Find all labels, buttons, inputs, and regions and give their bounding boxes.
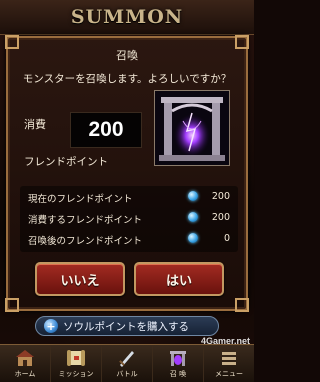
stat-row-current: 現在のフレンドポイント 200 (26, 188, 232, 206)
screen-title: SUMMON (70, 6, 184, 28)
no-button[interactable]: いいえ (35, 262, 125, 296)
cost-value: 200 (70, 112, 142, 148)
stat-row-after: 召喚後のフレンドポイント 0 (26, 230, 232, 248)
summon-icon (170, 351, 186, 366)
friend-point-summary: 現在のフレンドポイント 200 消費するフレンドポイント 200 召喚後のフレン… (20, 186, 238, 252)
nav-label: 召 喚 (169, 370, 187, 378)
nav-battle[interactable]: バトル (102, 345, 153, 382)
friend-point-icon (188, 212, 198, 222)
stat-value: 200 (211, 212, 230, 223)
screen-header: SUMMON (0, 0, 254, 35)
nav-mission[interactable]: ミッション (51, 345, 102, 382)
home-icon (16, 350, 34, 366)
nav-menu[interactable]: メニュー (204, 345, 254, 382)
stat-row-consume: 消費するフレンドポイント 200 (26, 209, 232, 227)
sword-icon (119, 351, 134, 367)
yes-button[interactable]: はい (134, 262, 224, 296)
stat-value: 0 (223, 233, 230, 244)
stat-label: 消費するフレンドポイント (28, 215, 143, 226)
nav-label: ホーム (14, 370, 36, 378)
friend-point-icon (188, 233, 198, 243)
summon-dialog: 召喚 モンスターを召喚します。よろしいですか？ 消費 200 フレンドポイント (5, 35, 249, 312)
bottom-nav: ホーム ミッション バトル 召 喚 メニュー (0, 344, 254, 382)
buy-soul-points-button[interactable]: + ソウルポイントを購入する (35, 316, 219, 336)
stat-value: 200 (211, 191, 230, 202)
nav-label: ミッション (58, 370, 94, 378)
stat-label: 召喚後のフレンドポイント (28, 236, 143, 247)
summon-portal-image (154, 90, 230, 166)
nav-label: バトル (116, 370, 138, 378)
corner-ornament (235, 298, 249, 312)
stat-label: 現在のフレンドポイント (28, 194, 133, 205)
buy-soul-points-label: ソウルポイントを購入する (63, 320, 189, 333)
scroll-icon (67, 350, 85, 366)
plus-icon: + (44, 319, 58, 333)
dialog-message: モンスターを召喚します。よろしいですか？ (22, 73, 232, 85)
nav-label: メニュー (215, 370, 243, 378)
nav-home[interactable]: ホーム (0, 345, 51, 382)
dialog-title: 召喚 (116, 49, 138, 62)
menu-icon (222, 352, 236, 365)
friend-point-label: フレンドポイント (24, 156, 108, 168)
nav-summon[interactable]: 召 喚 (153, 345, 204, 382)
corner-ornament (5, 298, 19, 312)
cost-label: 消費 (24, 118, 46, 131)
friend-point-icon (188, 191, 198, 201)
